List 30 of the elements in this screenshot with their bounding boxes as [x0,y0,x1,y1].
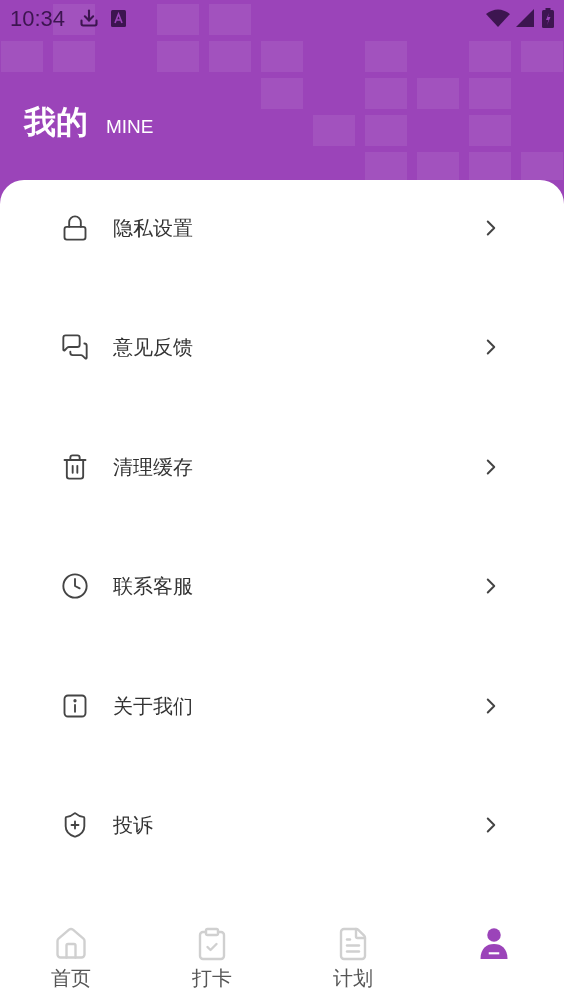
nav-tab[interactable]: 打卡 [141,926,282,994]
signal-icon [516,9,534,27]
menu-label: 投诉 [113,813,154,839]
menu-label: 清理缓存 [113,454,194,480]
status-time: 10:34 [10,4,66,33]
menu-item[interactable]: 隐私设置 [0,168,564,288]
chat-bubbles-icon [61,333,89,362]
nav-label: 首页 [50,966,91,991]
menu-item[interactable]: 意见反馈 [0,287,564,407]
nav-tab[interactable]: 计划 [282,926,423,994]
page-subtitle: MINE [106,117,154,136]
wifi-icon [486,9,510,27]
clock-icon [61,572,89,601]
keyboard-app-icon [111,9,127,27]
menu-item[interactable]: 投诉 [0,765,564,885]
menu-item[interactable]: 关于我们 [0,646,564,766]
nav-tab[interactable]: 首页 [0,926,141,994]
menu-label: 隐私设置 [113,215,194,241]
menu-label: 联系客服 [113,574,194,600]
trash-icon [61,452,89,481]
menu-item[interactable]: 联系客服 [0,526,564,646]
menu-label: 意见反馈 [113,335,194,361]
menu-item[interactable]: 清理缓存 [0,407,564,527]
nav-label: 打卡 [191,966,232,991]
menu-label: 关于我们 [113,693,194,719]
nav-label: 计划 [332,966,373,991]
lock-icon [61,213,89,242]
battery-icon [542,8,554,28]
download-icon [79,8,100,28]
page-title: 我的 [24,106,88,138]
